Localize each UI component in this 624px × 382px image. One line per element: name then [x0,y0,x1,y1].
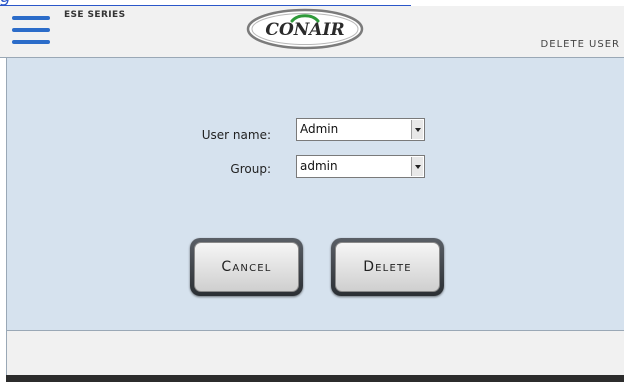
username-value: Admin [300,122,339,136]
conair-logo: CONAIR [246,8,364,50]
header-bar: ESE SERIES CONAIR DELETE USER [0,6,624,58]
cancel-button[interactable]: Cancel [190,238,303,296]
username-label: User name: [201,128,271,142]
group-dropdown[interactable]: admin [296,155,425,178]
delete-button-label: Delete [335,242,440,292]
group-label: Group: [230,162,271,176]
chevron-down-icon[interactable] [411,157,423,176]
series-label: ESE SERIES [64,10,126,20]
cancel-button-label: Cancel [194,242,299,292]
chevron-down-icon[interactable] [411,120,423,139]
group-value: admin [300,159,338,173]
main-panel: User name: Admin Group: admin Cancel Del… [6,58,624,331]
screen-title: DELETE USER [540,39,620,50]
delete-button[interactable]: Delete [331,238,444,296]
hamburger-menu-icon[interactable] [12,12,50,48]
username-dropdown[interactable]: Admin [296,118,425,141]
bottom-edge [6,375,624,382]
status-bar [6,331,624,375]
logo-text: CONAIR [265,20,344,40]
